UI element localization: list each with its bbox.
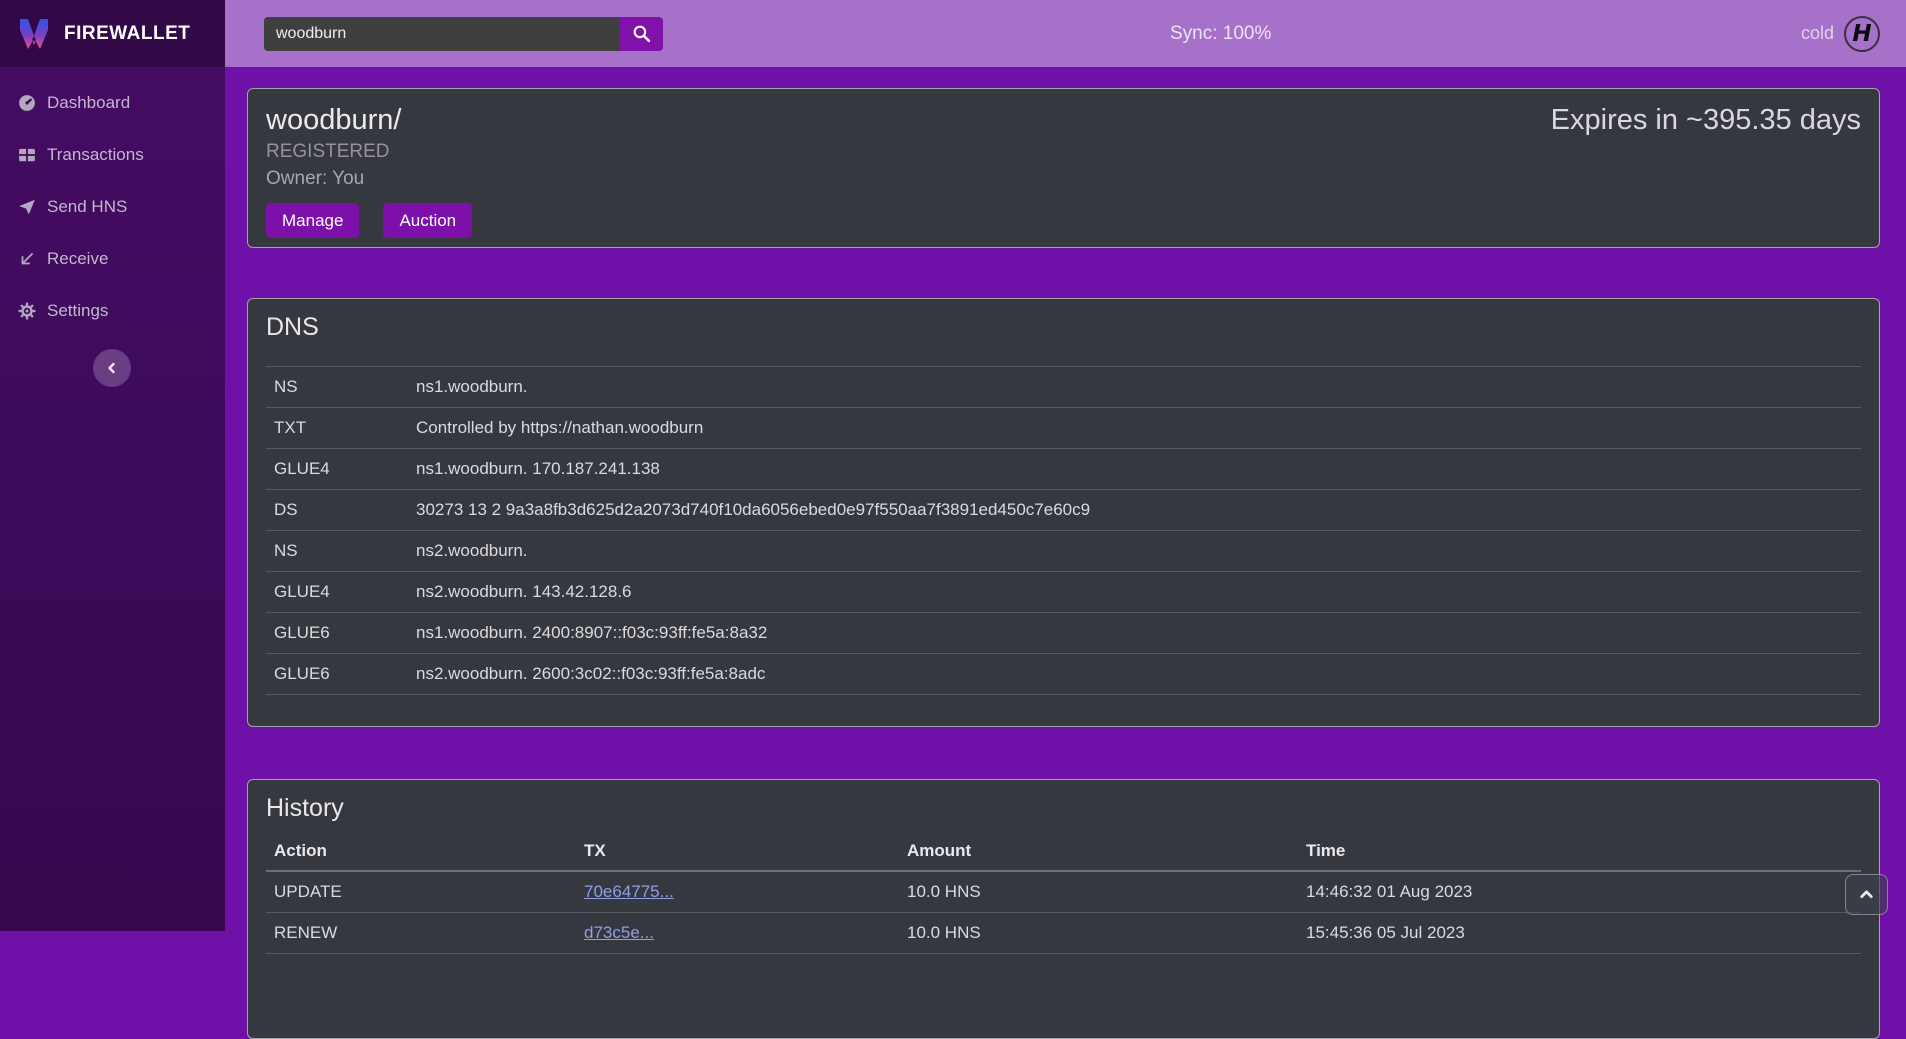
history-col-tx: TX xyxy=(576,831,899,871)
dns-record-row: GLUE4 ns2.woodburn. 143.42.128.6 xyxy=(266,572,1861,613)
gear-icon xyxy=(18,302,36,320)
dns-record-row: GLUE6 ns2.woodburn. 2600:3c02::f03c:93ff… xyxy=(266,654,1861,695)
history-action: UPDATE xyxy=(266,871,576,912)
receive-arrow-icon xyxy=(18,250,36,268)
domain-expiry: Expires in ~395.35 days xyxy=(1551,104,1861,137)
dns-card: DNS NS ns1.woodburn. TXT Controlled by h… xyxy=(247,298,1880,727)
search-icon xyxy=(632,24,651,43)
brand-name: FIREWALLET xyxy=(64,23,190,45)
sidebar-item-dashboard[interactable]: Dashboard xyxy=(0,77,225,129)
sidebar-nav: Dashboard Transactions Send HNS Receive xyxy=(0,67,225,337)
dns-record-value: ns1.woodburn. 170.187.241.138 xyxy=(408,449,1861,490)
history-row: RENEW d73c5e... 10.0 HNS 15:45:36 05 Jul… xyxy=(266,912,1861,953)
dns-record-row: NS ns1.woodburn. xyxy=(266,367,1861,408)
wallet-mode-label: cold xyxy=(1801,23,1834,44)
dns-record-row: GLUE6 ns1.woodburn. 2400:8907::f03c:93ff… xyxy=(266,613,1861,654)
sidebar-item-label: Send HNS xyxy=(47,197,127,217)
sidebar-item-label: Dashboard xyxy=(47,93,130,113)
topbar: Sync: 100% cold H xyxy=(225,0,1906,67)
history-amount: 10.0 HNS xyxy=(899,912,1298,953)
history-table: Action TX Amount Time UPDATE 70e64775...… xyxy=(266,831,1861,954)
domain-card: woodburn/ REGISTERED Owner: You Manage A… xyxy=(247,88,1880,248)
dashboard-gauge-icon xyxy=(18,94,36,112)
wallet-status: cold H xyxy=(1801,0,1880,67)
dns-record-type: NS xyxy=(266,367,408,408)
history-title: History xyxy=(266,794,1861,823)
dns-record-row: NS ns2.woodburn. xyxy=(266,531,1861,572)
dns-record-value: 30273 13 2 9a3a8fb3d625d2a2073d740f10da6… xyxy=(408,490,1861,531)
history-time: 14:46:32 01 Aug 2023 xyxy=(1298,871,1861,912)
dns-record-type: GLUE6 xyxy=(266,654,408,695)
sidebar-item-send-hns[interactable]: Send HNS xyxy=(0,181,225,233)
dns-record-value: ns2.woodburn. 143.42.128.6 xyxy=(408,572,1861,613)
sidebar-item-label: Settings xyxy=(47,301,108,321)
dns-record-row: TXT Controlled by https://nathan.woodbur… xyxy=(266,408,1861,449)
tx-link[interactable]: 70e64775... xyxy=(584,882,674,901)
sidebar-item-settings[interactable]: Settings xyxy=(0,285,225,337)
sidebar: FIREWALLET Dashboard Transactions Send H… xyxy=(0,0,225,931)
dns-record-type: NS xyxy=(266,531,408,572)
history-col-action: Action xyxy=(266,831,576,871)
dns-record-value: Controlled by https://nathan.woodburn xyxy=(408,408,1861,449)
dns-record-type: DS xyxy=(266,490,408,531)
dns-record-value: ns2.woodburn. xyxy=(408,531,1861,572)
sidebar-item-label: Receive xyxy=(47,249,108,269)
chevron-up-icon xyxy=(1858,886,1875,903)
dns-record-type: GLUE4 xyxy=(266,572,408,613)
search-button[interactable] xyxy=(620,17,663,51)
tx-link[interactable]: d73c5e... xyxy=(584,923,654,942)
sidebar-item-receive[interactable]: Receive xyxy=(0,233,225,285)
domain-owner: Owner: You xyxy=(266,165,1861,192)
history-col-time: Time xyxy=(1298,831,1861,871)
history-action: RENEW xyxy=(266,912,576,953)
firewallet-logo-icon xyxy=(14,14,54,54)
domain-status: REGISTERED xyxy=(266,138,1861,165)
history-card: History Action TX Amount Time UPDATE 70e… xyxy=(247,779,1880,1039)
domain-search xyxy=(264,17,663,51)
manage-button[interactable]: Manage xyxy=(266,203,359,238)
history-col-amount: Amount xyxy=(899,831,1298,871)
dns-record-value: ns1.woodburn. 2400:8907::f03c:93ff:fe5a:… xyxy=(408,613,1861,654)
history-amount: 10.0 HNS xyxy=(899,871,1298,912)
brand: FIREWALLET xyxy=(0,0,225,67)
history-row: UPDATE 70e64775... 10.0 HNS 14:46:32 01 … xyxy=(266,871,1861,912)
dns-record-type: GLUE6 xyxy=(266,613,408,654)
dns-record-value: ns2.woodburn. 2600:3c02::f03c:93ff:fe5a:… xyxy=(408,654,1861,695)
dns-record-value: ns1.woodburn. xyxy=(408,367,1861,408)
dns-record-type: GLUE4 xyxy=(266,449,408,490)
sidebar-collapse-button[interactable] xyxy=(93,349,131,387)
auction-button[interactable]: Auction xyxy=(383,203,472,238)
dns-record-type: TXT xyxy=(266,408,408,449)
dns-record-row: GLUE4 ns1.woodburn. 170.187.241.138 xyxy=(266,449,1861,490)
dns-record-row: DS 30273 13 2 9a3a8fb3d625d2a2073d740f10… xyxy=(266,490,1861,531)
handshake-logo-icon[interactable]: H xyxy=(1844,16,1880,52)
history-header-row: Action TX Amount Time xyxy=(266,831,1861,871)
dns-title: DNS xyxy=(266,313,1861,342)
dns-table: NS ns1.woodburn. TXT Controlled by https… xyxy=(266,366,1861,695)
search-input[interactable] xyxy=(264,17,620,51)
sidebar-item-transactions[interactable]: Transactions xyxy=(0,129,225,181)
chevron-left-icon xyxy=(104,360,120,376)
sync-status: Sync: 100% xyxy=(1170,0,1271,67)
scroll-to-top-button[interactable] xyxy=(1845,874,1888,915)
send-paper-plane-icon xyxy=(18,198,36,216)
table-icon xyxy=(18,146,36,164)
history-time: 15:45:36 05 Jul 2023 xyxy=(1298,912,1861,953)
sidebar-item-label: Transactions xyxy=(47,145,144,165)
